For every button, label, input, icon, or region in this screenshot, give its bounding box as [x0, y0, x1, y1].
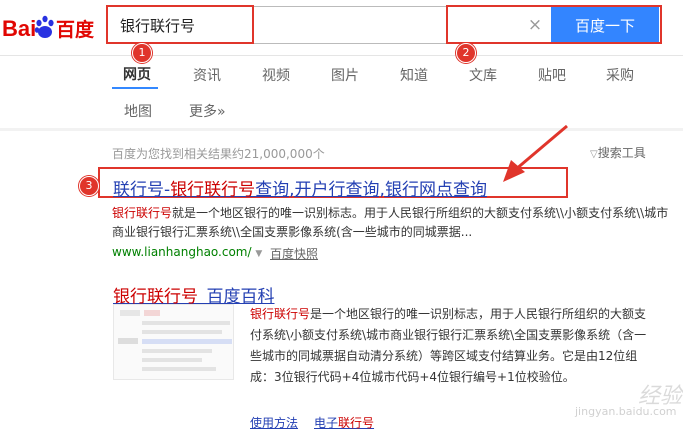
result-2-electronic-highlight: 联行号	[338, 416, 375, 430]
baidu-logo-svg: Bai 百度	[2, 15, 95, 41]
nav-divider	[0, 128, 683, 131]
result-1-title-link[interactable]: 联行号-银行联行号查询,开户行查询,银行网点查询	[113, 175, 487, 200]
result-2-abstract: 银行联行号是一个地区银行的唯一识别标志，用于人民银行所组织的大额支付系统\小额支…	[250, 304, 650, 388]
thumbnail-image-icon	[114, 305, 233, 379]
tab-web[interactable]: 网页	[123, 64, 151, 84]
search-tools-button[interactable]: ▽搜索工具	[590, 144, 646, 161]
result-1-abstract: 银行联行号就是一个地区银行的唯一识别标志。用于人民银行所组织的大额支付系统\\小…	[112, 204, 672, 242]
tab-news[interactable]: 资讯	[193, 65, 221, 85]
annotation-box-2	[446, 5, 662, 44]
tab-zhidao[interactable]: 知道	[400, 65, 428, 85]
tab-purchase[interactable]: 采购	[606, 65, 634, 85]
result-2-thumbnail[interactable]	[113, 304, 234, 380]
filter-icon: ▽	[590, 149, 598, 160]
annotation-box-1	[106, 5, 254, 44]
watermark-url: jingyan.baidu.com	[575, 405, 677, 418]
logo-text-left: Bai	[2, 16, 36, 41]
dropdown-icon[interactable]: ▼	[255, 249, 262, 259]
baidu-logo[interactable]: Bai 百度	[2, 8, 106, 44]
annotation-arrow-icon	[503, 124, 568, 182]
tab-more[interactable]: 更多»	[189, 101, 226, 121]
search-tools-label: 搜索工具	[597, 146, 646, 160]
result-2-electronic-prefix: 电子	[314, 416, 339, 430]
result-1-url-text: www.lianhanghao.com/	[112, 245, 252, 259]
result-count: 百度为您找到相关结果约21,000,000个	[112, 147, 325, 161]
result-1-abstract-text: 就是一个地区银行的唯一识别标志。用于人民银行所组织的大额支付系统\\小额支付系统…	[112, 206, 669, 239]
annotation-badge-2: 2	[456, 43, 476, 63]
paw-icon	[34, 15, 54, 38]
tab-map[interactable]: 地图	[124, 101, 152, 121]
active-tab-indicator	[112, 87, 158, 89]
tab-tieba[interactable]: 贴吧	[538, 65, 566, 85]
result-1-abstract-highlight: 银行联行号	[112, 206, 173, 220]
result-2-usage-link[interactable]: 使用方法	[250, 414, 298, 431]
result-1-title-highlight: 银行联行号	[170, 180, 256, 200]
result-2-electronic-link[interactable]: 电子联行号	[314, 414, 374, 431]
result-1-url[interactable]: www.lianhanghao.com/ ▼	[112, 245, 262, 259]
result-1-cache-link[interactable]: 百度快照	[270, 245, 318, 262]
result-1-title-part-c: 查询,开户行查询,银行网点查询	[255, 180, 487, 200]
result-2-abstract-text: 是一个地区银行的唯一识别标志，用于人民银行所组织的大额支付系统\小额支付系统\城…	[250, 307, 647, 384]
annotation-badge-1: 1	[132, 43, 152, 63]
tab-images[interactable]: 图片	[331, 65, 359, 85]
result-2-abstract-highlight: 银行联行号	[250, 307, 311, 321]
annotation-badge-3: 3	[79, 176, 99, 196]
logo-text-right: 百度	[56, 18, 95, 41]
tab-wenku[interactable]: 文库	[469, 65, 497, 85]
tab-video[interactable]: 视频	[262, 65, 290, 85]
result-1-title-part-a: 联行号-	[113, 180, 171, 200]
